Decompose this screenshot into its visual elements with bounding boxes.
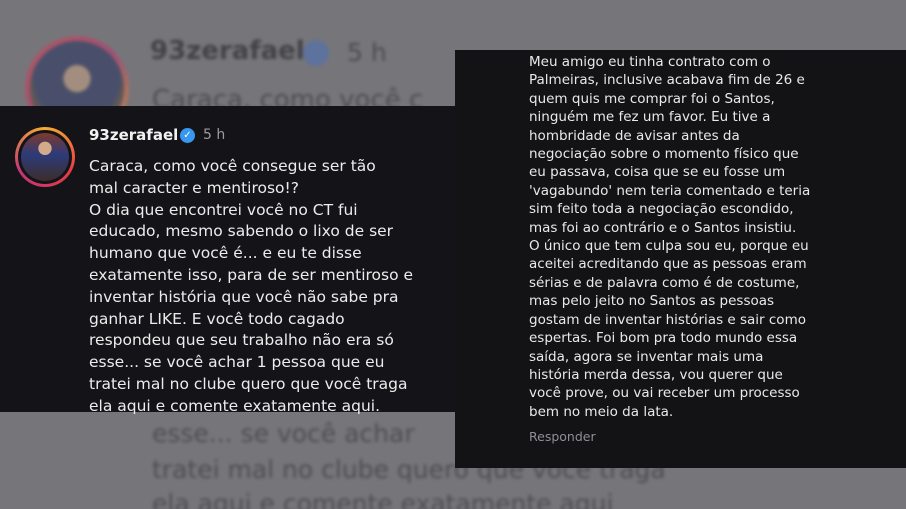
avatar-ring-gap <box>18 130 72 184</box>
reply-button[interactable]: Responder <box>529 429 596 444</box>
comment-text: Caraca, como você consegue ser tão mal c… <box>89 157 414 415</box>
background-verified-icon <box>303 40 329 66</box>
avatar[interactable] <box>15 127 75 187</box>
comment-username[interactable]: 93zerafael <box>89 126 178 144</box>
reply-text: Meu amigo eu tinha contrato com o Palmei… <box>529 54 811 420</box>
comment-card-right: Meu amigo eu tinha contrato com o Palmei… <box>455 50 906 468</box>
verified-badge-icon: ✓ <box>180 128 195 143</box>
avatar-photo <box>21 133 69 181</box>
background-time: 5 h <box>347 38 387 67</box>
background-text-line: ela aqui e comente exatamente aqui <box>152 489 614 509</box>
screenshot-collage: 93zerafael 5 h Caraca, como você c esse.… <box>0 0 906 509</box>
comment-timestamp: 5 h <box>203 127 226 143</box>
comment-card-left: 93zerafael ✓ 5 h Caraca, como você conse… <box>0 106 462 415</box>
background-username: 93zerafael <box>150 36 305 66</box>
background-text-line: esse... se você achar <box>152 419 415 448</box>
